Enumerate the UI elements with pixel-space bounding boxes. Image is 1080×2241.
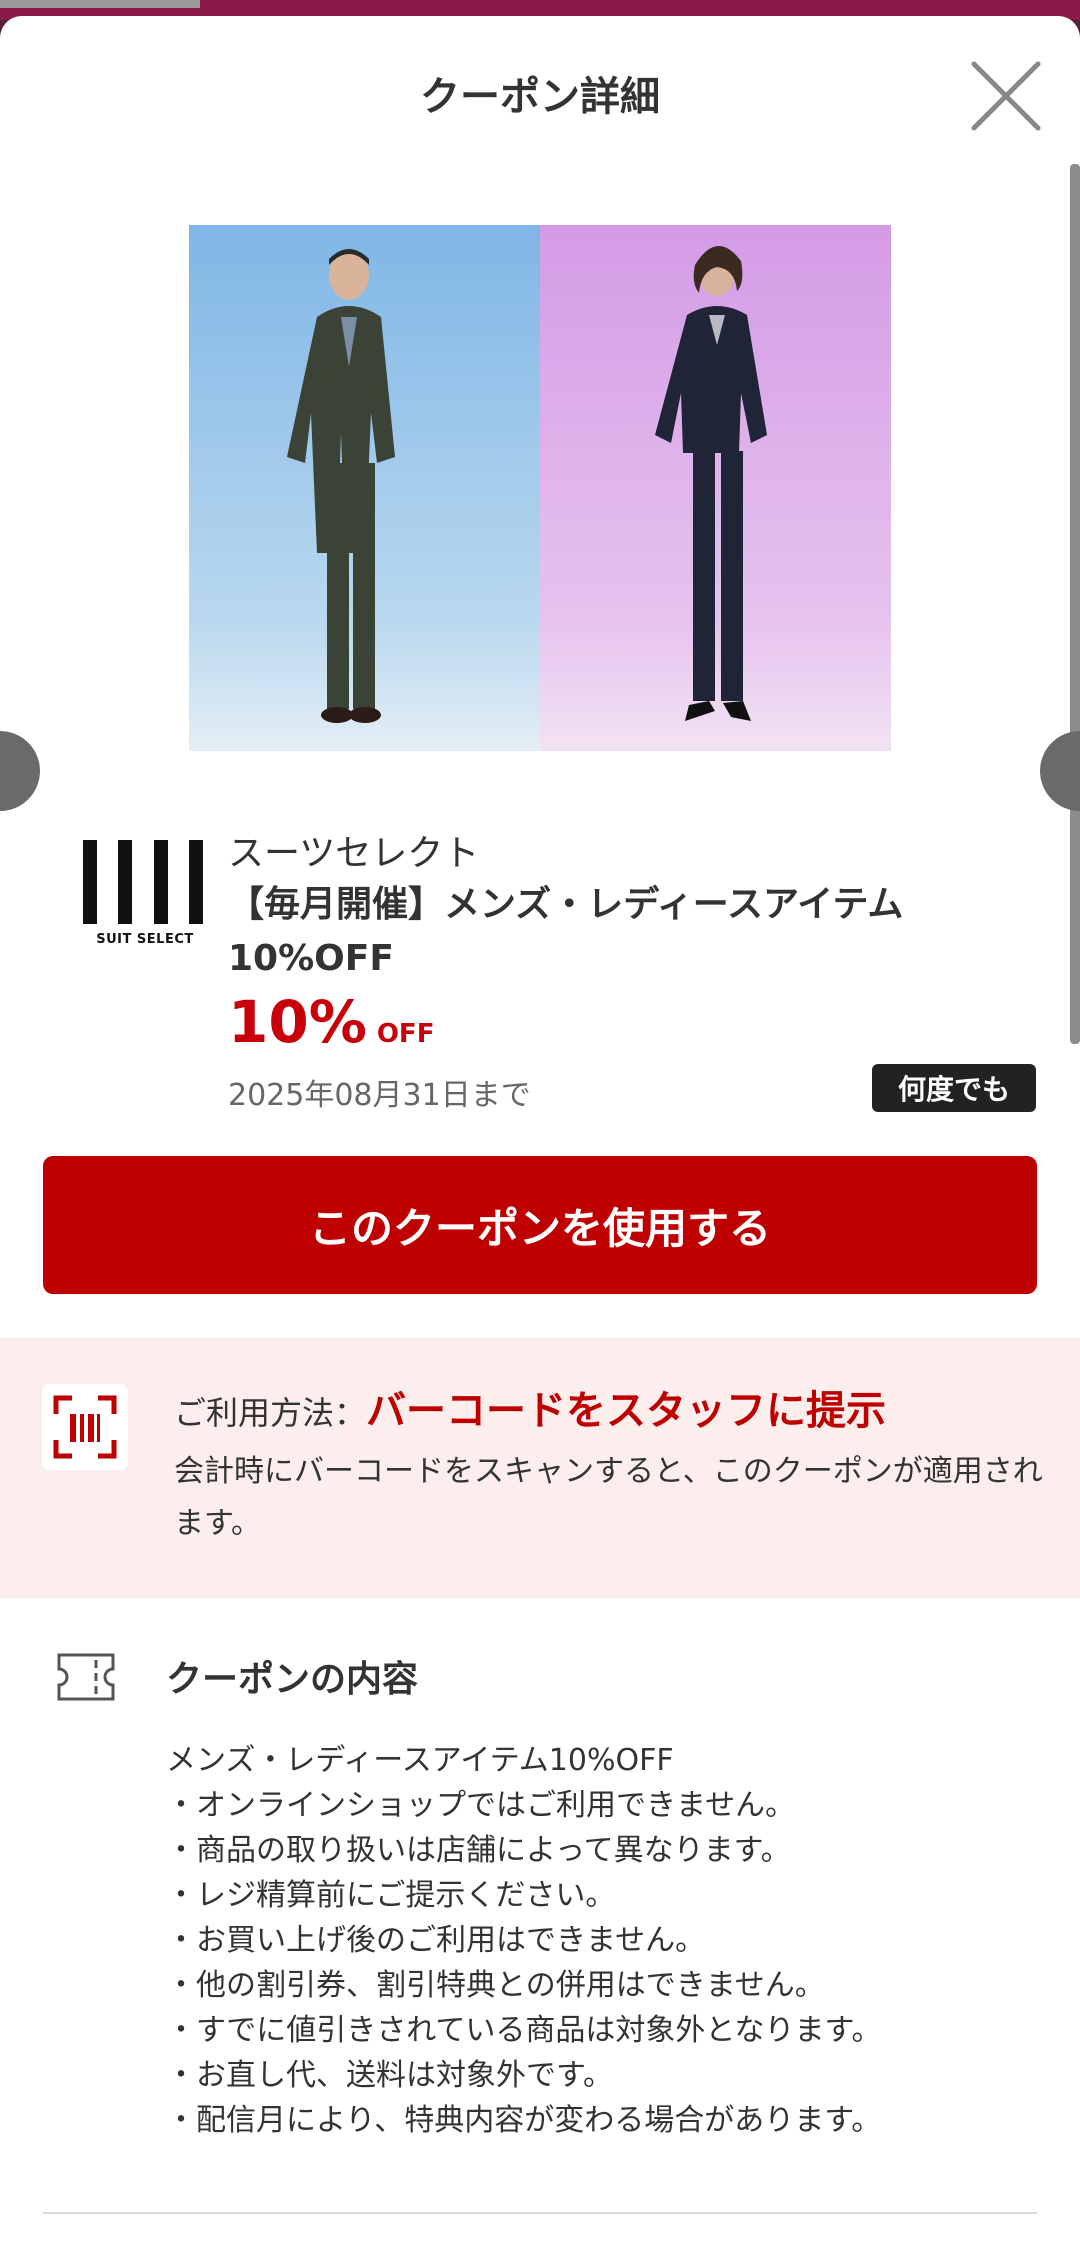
discount-value: 10%	[228, 988, 367, 1056]
section-divider	[43, 2212, 1037, 2214]
store-name: スーツセレクト	[228, 833, 480, 874]
usage-method-prefix: ご利用方法：	[174, 1394, 367, 1432]
contents-line: ・お買い上げ後のご利用はできません。	[166, 1923, 706, 1958]
use-coupon-button[interactable]: このクーポンを使用する	[43, 1156, 1037, 1294]
coupon-contents-body: メンズ・レディースアイテム10%OFF ・オンラインショップではご利用できません…	[166, 1738, 1046, 2143]
scrollbar[interactable]	[1070, 164, 1080, 1044]
close-button[interactable]	[968, 58, 1044, 134]
contents-line: ・他の割引券、割引特典との併用はできません。	[166, 1968, 825, 2003]
coupon-contents-heading: クーポンの内容	[166, 1659, 419, 1700]
usage-method-label: ご利用方法：バーコードをスタッフに提示	[174, 1378, 886, 1436]
usage-method-panel: ご利用方法：バーコードをスタッフに提示 会計時にバーコードをスキャンすると、この…	[0, 1338, 1080, 1598]
contents-line: ・レジ精算前にご提示ください。	[166, 1878, 616, 1913]
coupon-detail-sheet: クーポン詳細 SUIT SELECT スーツセレクト 【毎月開催】メンズ・レディ…	[0, 16, 1080, 2241]
contents-line: ・お直し代、送料は対象外です。	[166, 2058, 613, 2093]
usage-method-description: 会計時にバーコードをスキャンすると、このクーポンが適用されます。	[174, 1454, 1043, 1541]
discount-amount: 10% OFF	[228, 988, 434, 1056]
sheet-title: クーポン詳細	[420, 74, 660, 120]
ticket-icon	[56, 1652, 116, 1702]
carousel-next-button[interactable]	[1040, 731, 1080, 811]
contents-line: ・配信月により、特典内容が変わる場合があります。	[166, 2103, 882, 2138]
sheet-header: クーポン詳細	[0, 16, 1080, 166]
suit-select-logo-icon	[83, 840, 203, 924]
contents-line: ・オンラインショップではご利用できません。	[166, 1788, 796, 1823]
store-logo-caption: SUIT SELECT	[96, 932, 194, 947]
contents-line: ・すでに値引きされている商品は対象外となります。	[166, 2013, 882, 2048]
coupon-title: 【毎月開催】メンズ・レディースアイテム10%OFF	[228, 884, 904, 979]
store-logo: SUIT SELECT	[80, 840, 210, 966]
contents-line: ・商品の取り扱いは店舗によって異なります。	[166, 1833, 791, 1868]
usage-method-value: バーコードをスタッフに提示	[366, 1388, 887, 1434]
expiry-date: 2025年08月31日まで	[228, 1078, 531, 1113]
close-x-icon	[971, 61, 1041, 131]
discount-unit: OFF	[376, 1019, 435, 1049]
background-strip-segment	[0, 0, 200, 8]
barcode-scan-icon	[42, 1384, 128, 1470]
coupon-hero-image	[189, 225, 891, 751]
carousel-prev-button[interactable]	[0, 731, 40, 811]
reusable-badge: 何度でも	[872, 1064, 1036, 1112]
contents-line: メンズ・レディースアイテム10%OFF	[166, 1743, 674, 1778]
